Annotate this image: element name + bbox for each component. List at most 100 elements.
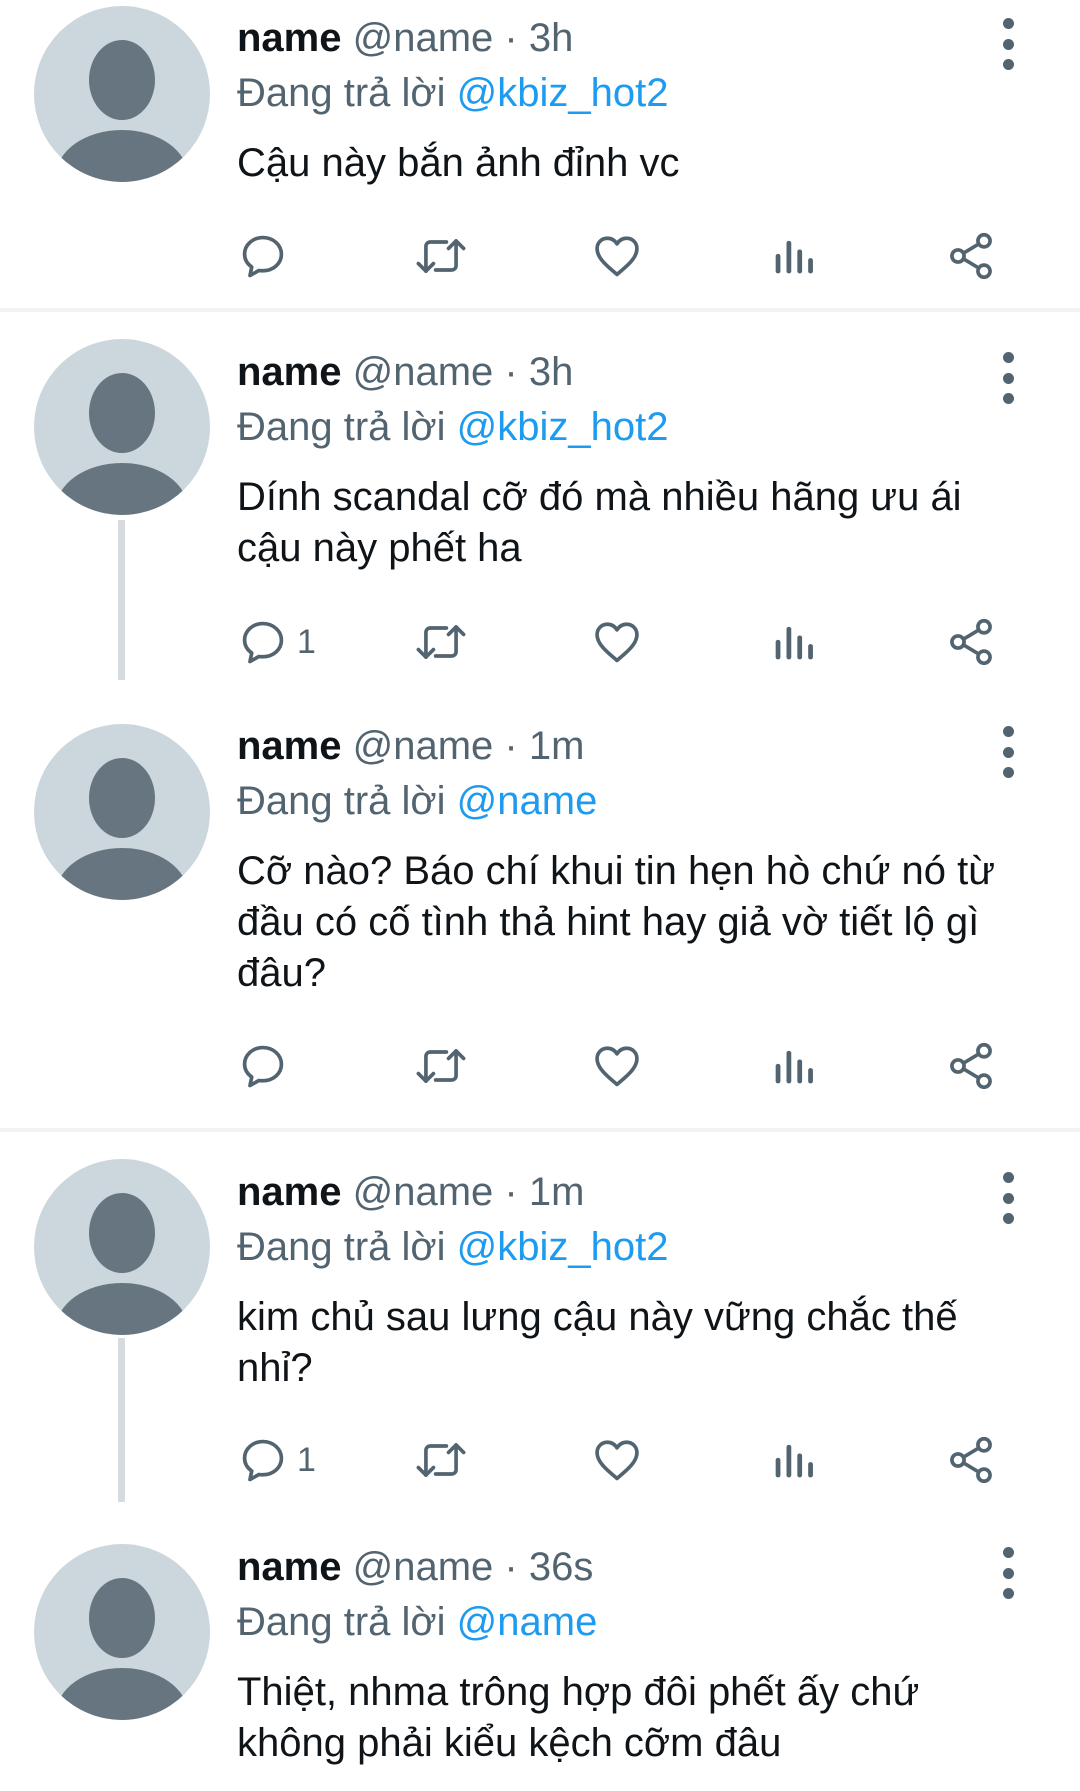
more-options-button[interactable] bbox=[988, 1168, 1028, 1228]
more-dot bbox=[1002, 372, 1014, 384]
analytics-icon bbox=[775, 240, 813, 274]
replying-to-label: Đang trả lời bbox=[237, 405, 446, 449]
replying-to-label: Đang trả lời bbox=[237, 71, 446, 115]
display-name[interactable]: name bbox=[237, 1545, 342, 1589]
reply-icon bbox=[242, 621, 284, 664]
default-avatar-icon bbox=[56, 40, 188, 182]
thread-connector bbox=[118, 520, 125, 680]
reply-icon bbox=[242, 1439, 284, 1482]
tweet[interactable]: name @name · 1m Đang trả lời @kbiz_hot2 … bbox=[0, 1130, 1080, 1502]
separator-dot: · bbox=[504, 1545, 518, 1589]
display-name[interactable]: name bbox=[237, 724, 342, 768]
default-avatar-icon bbox=[56, 373, 188, 515]
reply-count: 1 bbox=[297, 623, 316, 661]
more-options-button[interactable] bbox=[988, 14, 1028, 74]
user-handle[interactable]: @name bbox=[353, 16, 494, 60]
heart-icon bbox=[595, 1440, 639, 1481]
more-dot bbox=[1002, 38, 1014, 50]
retweet-button[interactable] bbox=[413, 614, 469, 670]
mention-link[interactable]: @name bbox=[457, 779, 598, 823]
retweet-button[interactable] bbox=[413, 228, 469, 284]
like-button[interactable] bbox=[591, 1432, 643, 1488]
display-name[interactable]: name bbox=[237, 1170, 342, 1214]
heart-icon bbox=[595, 622, 639, 663]
timestamp[interactable]: 36s bbox=[529, 1545, 594, 1589]
replying-to: Đang trả lời @name bbox=[237, 774, 597, 828]
mention-link[interactable]: @name bbox=[457, 1600, 598, 1644]
like-button[interactable] bbox=[591, 228, 643, 284]
timestamp[interactable]: 3h bbox=[529, 16, 574, 60]
tweet[interactable]: name @name · 3h Đang trả lời @kbiz_hot2 … bbox=[0, 0, 1080, 310]
reply-button[interactable] bbox=[237, 1038, 297, 1094]
tweet-text: Cỡ nào? Báo chí khui tin hẹn hò chứ nó t… bbox=[237, 849, 996, 995]
analytics-icon bbox=[775, 1444, 813, 1478]
replying-to: Đang trả lời @kbiz_hot2 bbox=[237, 1220, 669, 1274]
share-button[interactable] bbox=[945, 1038, 997, 1094]
reply-icon bbox=[242, 1045, 284, 1088]
retweet-icon bbox=[416, 625, 466, 659]
default-avatar-icon bbox=[56, 1578, 188, 1720]
share-icon bbox=[950, 1436, 992, 1484]
more-options-button[interactable] bbox=[988, 1543, 1028, 1603]
retweet-icon bbox=[416, 1049, 466, 1083]
like-button[interactable] bbox=[591, 1038, 643, 1094]
avatar[interactable] bbox=[34, 1159, 210, 1335]
mention-link[interactable]: @kbiz_hot2 bbox=[457, 1225, 669, 1269]
share-button[interactable] bbox=[945, 1432, 997, 1488]
replying-to-label: Đang trả lời bbox=[237, 779, 446, 823]
more-dot bbox=[1002, 1192, 1014, 1204]
tweet[interactable]: name @name · 1m Đang trả lời @name Cỡ nà… bbox=[0, 680, 1080, 1130]
more-options-button[interactable] bbox=[988, 722, 1028, 782]
display-name[interactable]: name bbox=[237, 350, 342, 394]
tweet-header: name @name · 3h bbox=[237, 11, 573, 65]
tweet-header: name @name · 1m bbox=[237, 719, 584, 773]
more-vertical-icon bbox=[1002, 352, 1014, 363]
tweet-text: Dính scandal cỡ đó mà nhiều hãng ưu ái c… bbox=[237, 475, 962, 570]
user-handle[interactable]: @name bbox=[353, 1170, 494, 1214]
tweet-text: Cậu này bắn ảnh đỉnh vc bbox=[237, 141, 680, 185]
replying-to-label: Đang trả lời bbox=[237, 1225, 446, 1269]
retweet-button[interactable] bbox=[413, 1038, 469, 1094]
separator-dot: · bbox=[504, 16, 518, 60]
avatar[interactable] bbox=[34, 339, 210, 515]
avatar[interactable] bbox=[34, 724, 210, 900]
heart-icon bbox=[595, 236, 639, 277]
user-handle[interactable]: @name bbox=[353, 350, 494, 394]
share-button[interactable] bbox=[945, 614, 997, 670]
display-name[interactable]: name bbox=[237, 16, 342, 60]
views-button[interactable] bbox=[767, 1432, 819, 1488]
views-button[interactable] bbox=[767, 614, 819, 670]
more-dot bbox=[1002, 767, 1014, 778]
reply-button[interactable] bbox=[237, 228, 297, 284]
mention-link[interactable]: @kbiz_hot2 bbox=[457, 405, 669, 449]
more-options-button[interactable] bbox=[988, 348, 1028, 408]
replying-to-label: Đang trả lời bbox=[237, 1600, 446, 1644]
reply-button[interactable]: 1 bbox=[237, 614, 316, 670]
share-button[interactable] bbox=[945, 228, 997, 284]
reply-button[interactable]: 1 bbox=[237, 1432, 316, 1488]
separator-dot: · bbox=[504, 724, 518, 768]
mention-link[interactable]: @kbiz_hot2 bbox=[457, 71, 669, 115]
user-handle[interactable]: @name bbox=[353, 724, 494, 768]
tweet-header: name @name · 3h bbox=[237, 345, 573, 399]
avatar[interactable] bbox=[34, 6, 210, 182]
more-dot bbox=[1002, 1213, 1014, 1224]
more-vertical-icon bbox=[1002, 18, 1014, 29]
more-dot bbox=[1002, 746, 1014, 758]
tweet[interactable]: name @name · 3h Đang trả lời @kbiz_hot2 … bbox=[0, 310, 1080, 680]
thread-connector bbox=[118, 1338, 125, 1502]
retweet-button[interactable] bbox=[413, 1432, 469, 1488]
timestamp[interactable]: 1m bbox=[529, 724, 585, 768]
more-vertical-icon bbox=[1002, 1172, 1014, 1183]
views-button[interactable] bbox=[767, 1038, 819, 1094]
timestamp[interactable]: 3h bbox=[529, 350, 574, 394]
timestamp[interactable]: 1m bbox=[529, 1170, 585, 1214]
more-vertical-icon bbox=[1002, 726, 1014, 737]
views-button[interactable] bbox=[767, 228, 819, 284]
avatar[interactable] bbox=[34, 1544, 210, 1720]
like-button[interactable] bbox=[591, 614, 643, 670]
tweet[interactable]: name @name · 36s Đang trả lời @name Thiệ… bbox=[0, 1502, 1080, 1791]
analytics-icon bbox=[775, 1050, 813, 1084]
user-handle[interactable]: @name bbox=[353, 1545, 494, 1589]
separator-dot: · bbox=[504, 1170, 518, 1214]
